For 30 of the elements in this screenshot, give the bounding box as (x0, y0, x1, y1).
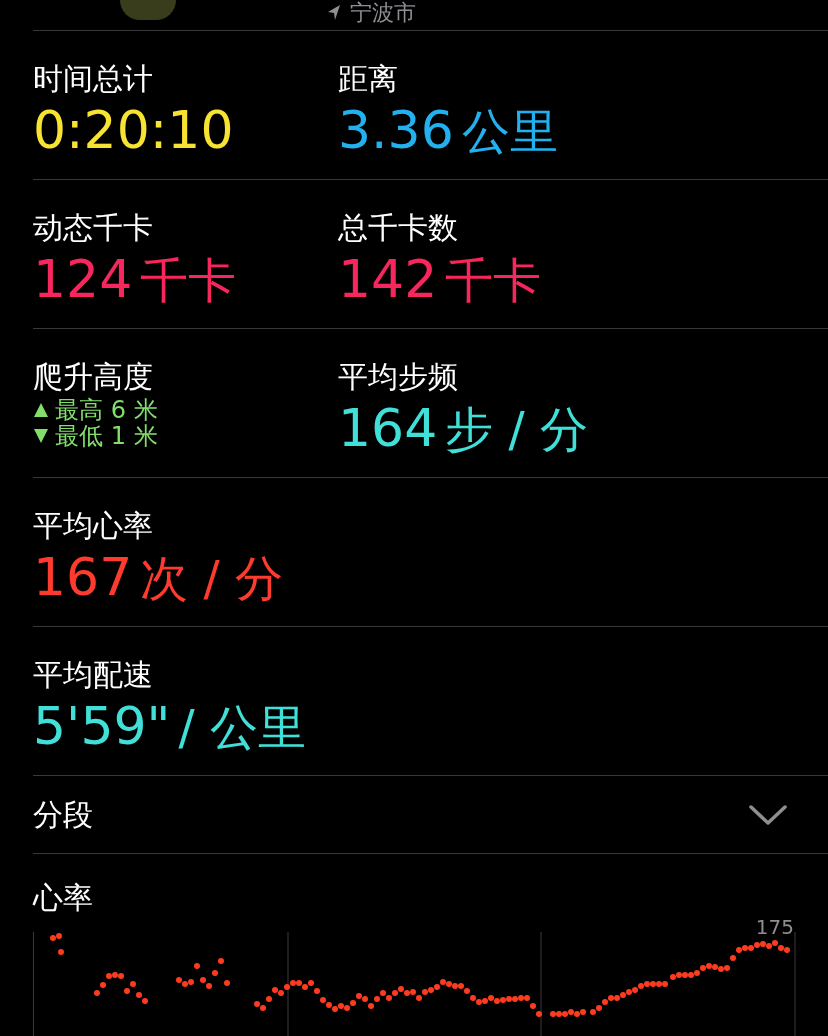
metric-label: 爬升高度 (33, 359, 154, 395)
metric-value: 167 (33, 548, 133, 606)
chevron-icon (749, 803, 787, 826)
metric-label: 总千卡数 (338, 210, 459, 246)
metric-label: 平均心率 (33, 508, 154, 544)
metric-value: 164 (338, 399, 438, 457)
up-triangle-icon (33, 402, 49, 418)
metric-value: 3.36 (338, 101, 454, 159)
metric-unit: 公里 (461, 102, 558, 160)
down-triangle-icon (33, 428, 49, 444)
elevation-low: 最低 1 米 (55, 423, 158, 449)
metric-unit: / 公里 (178, 698, 306, 756)
heart-rate-title: 心率 (33, 879, 94, 917)
location-label: 宁波市 (350, 0, 416, 26)
metric-value: 0:20:10 (33, 101, 234, 159)
metric-value: 124 (33, 250, 133, 308)
metric-value: 142 (338, 250, 438, 308)
elevation-high: 最高 6 米 (55, 397, 158, 423)
metric-label: 距离 (338, 61, 399, 97)
metric-label: 动态千卡 (33, 210, 154, 246)
expand-chevron-button[interactable] (748, 802, 788, 827)
metric-label: 平均步频 (338, 359, 459, 395)
metric-label: 平均配速 (33, 657, 154, 693)
splits-label: 分段 (33, 796, 93, 834)
metric-unit: 步 / 分 (445, 400, 588, 458)
metric-unit: 千卡 (140, 251, 237, 309)
metric-unit: 千卡 (445, 251, 542, 309)
metric-value: 5'59" (33, 697, 171, 755)
metric-label: 时间总计 (33, 61, 154, 97)
metric-unit: 次 / 分 (140, 549, 283, 607)
